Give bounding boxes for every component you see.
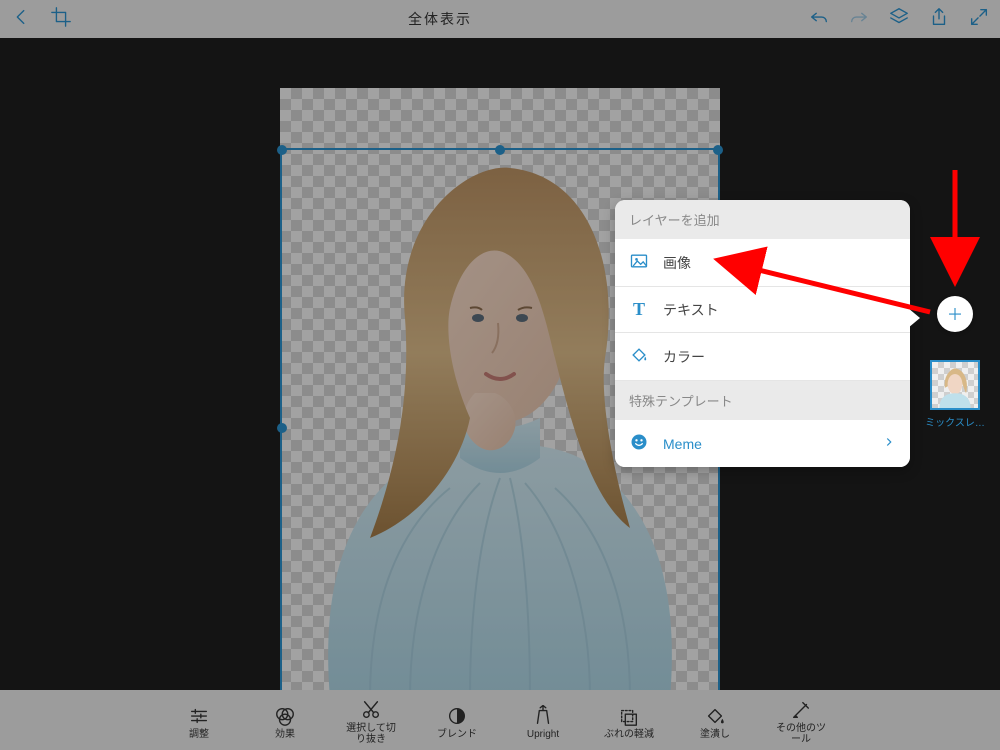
tool-label: その他のツール — [773, 723, 829, 745]
image-icon — [629, 251, 649, 274]
bottom-toolbar: 調整 効果 選択して切り抜き ブレンド Upright ぶれの軽減 塗潰し その… — [0, 690, 1000, 750]
layer-thumbnail[interactable] — [930, 360, 980, 410]
tool-upright[interactable]: Upright — [515, 705, 571, 740]
popover-section-title: レイヤーを追加 — [615, 200, 910, 239]
popover-item-meme[interactable]: Meme — [615, 420, 910, 467]
add-layer-button[interactable] — [937, 296, 973, 332]
back-icon[interactable] — [10, 6, 32, 33]
reduce-blur-icon — [618, 705, 640, 727]
popover-section-title-2: 特殊テンプレート — [615, 381, 910, 420]
tool-effects[interactable]: 効果 — [257, 705, 313, 740]
popover-item-image[interactable]: 画像 — [615, 239, 910, 287]
color-fill-icon — [629, 345, 649, 368]
tool-label: 選択して切り抜き — [343, 723, 399, 745]
layer-thumbnail-label: ミックスレ… — [918, 414, 992, 429]
selection-handle-mid-left[interactable] — [277, 423, 287, 433]
tool-more[interactable]: その他のツール — [773, 699, 829, 745]
tool-label: 調整 — [189, 729, 209, 740]
tool-label: 塗潰し — [700, 729, 730, 740]
tool-label: ブレンド — [437, 729, 477, 740]
undo-icon[interactable] — [808, 6, 830, 33]
selection-handle-top-left[interactable] — [277, 145, 287, 155]
more-tools-icon — [790, 699, 812, 721]
add-layer-popover: レイヤーを追加 画像 T テキスト カラー 特殊テンプレート Meme — [615, 200, 910, 467]
adjust-icon — [188, 705, 210, 727]
tool-label: Upright — [527, 729, 559, 740]
crop-icon[interactable] — [50, 6, 72, 33]
popover-item-color[interactable]: カラー — [615, 333, 910, 381]
fill-icon — [704, 705, 726, 727]
plus-icon — [946, 305, 964, 323]
effects-icon — [274, 705, 296, 727]
tool-fill[interactable]: 塗潰し — [687, 705, 743, 740]
meme-smiley-icon — [629, 432, 649, 455]
expand-icon[interactable] — [968, 6, 990, 33]
tool-adjust[interactable]: 調整 — [171, 705, 227, 740]
blend-icon — [446, 705, 468, 727]
popover-item-label: カラー — [663, 347, 705, 367]
popover-item-text[interactable]: T テキスト — [615, 287, 910, 333]
tool-label: ぶれの軽減 — [604, 729, 654, 740]
popover-item-label: 画像 — [663, 253, 691, 273]
tool-reduce-blur[interactable]: ぶれの軽減 — [601, 705, 657, 740]
view-title: 全体表示 — [72, 9, 808, 29]
cutout-icon — [360, 699, 382, 721]
popover-item-label: Meme — [663, 436, 702, 452]
tool-label: 効果 — [275, 729, 295, 740]
redo-icon[interactable] — [848, 6, 870, 33]
chevron-right-icon — [882, 435, 896, 452]
top-toolbar: 全体表示 — [0, 0, 1000, 38]
layers-icon[interactable] — [888, 6, 910, 33]
share-icon[interactable] — [928, 6, 950, 33]
upright-icon — [532, 705, 554, 727]
text-icon: T — [629, 299, 649, 320]
popover-pointer — [908, 308, 920, 328]
tool-cutout[interactable]: 選択して切り抜き — [343, 699, 399, 745]
tool-blend[interactable]: ブレンド — [429, 705, 485, 740]
selection-handle-mid-top[interactable] — [495, 145, 505, 155]
popover-item-label: テキスト — [663, 300, 719, 320]
selection-handle-top-right[interactable] — [713, 145, 723, 155]
